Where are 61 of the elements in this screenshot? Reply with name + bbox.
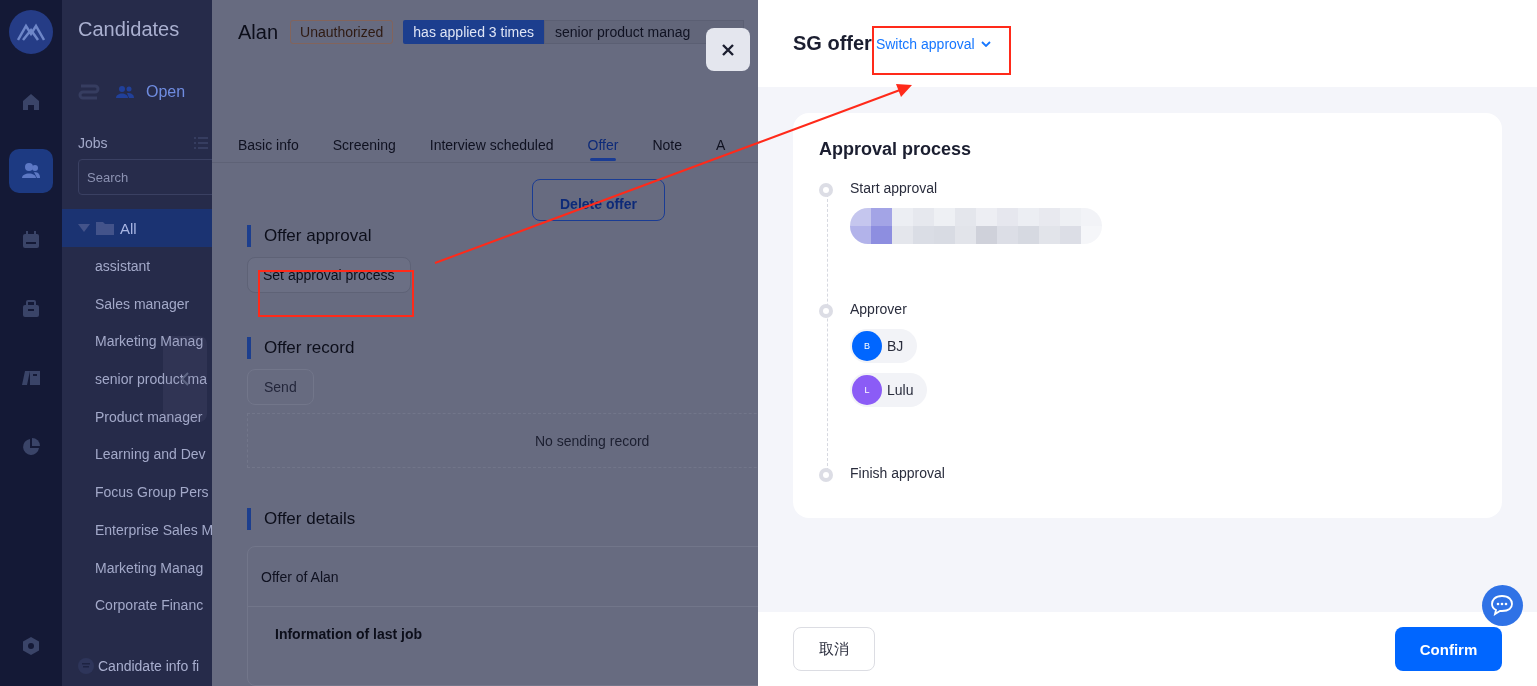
folder-icon xyxy=(96,221,114,235)
avatar: B xyxy=(852,331,882,361)
dialog-title: SG offer xyxy=(793,32,872,55)
step-label: Start approval xyxy=(850,180,939,196)
status-badge: Unauthorized xyxy=(290,20,394,44)
job-item[interactable]: Learning and Dev xyxy=(62,435,212,474)
info-icon xyxy=(78,658,94,674)
job-item[interactable]: Corporate Financ xyxy=(62,586,212,624)
section-title: Offer approval xyxy=(264,226,372,246)
chat-bubble-icon xyxy=(1489,593,1516,618)
approver-name: Lulu xyxy=(887,382,914,398)
job-item[interactable]: Marketing Manag xyxy=(62,322,212,361)
chevron-down-icon xyxy=(980,40,991,47)
tab[interactable]: Interview scheduled xyxy=(429,127,554,162)
job-item[interactable]: Marketing Manag xyxy=(62,548,212,587)
step-label: Finish approval xyxy=(850,465,945,481)
logo-icon xyxy=(9,10,53,54)
section-label: Jobs xyxy=(78,135,108,151)
cancel-button[interactable]: 取消 xyxy=(793,627,875,671)
search-field[interactable]: Search xyxy=(78,159,212,195)
info-link[interactable]: Candidate info fi xyxy=(62,654,212,674)
job-item[interactable]: assistant xyxy=(62,247,212,285)
tab[interactable]: Basic info xyxy=(238,127,299,162)
section-title: Offer details xyxy=(264,509,356,529)
folder-item[interactable]: All xyxy=(62,209,212,247)
job-item[interactable]: Focus Group Pers xyxy=(62,473,212,511)
avatar: L xyxy=(852,375,882,405)
close-icon xyxy=(722,43,734,56)
job-item[interactable]: senior product ma xyxy=(62,360,212,398)
applied-tag: has applied 3 times xyxy=(403,20,544,44)
timeline-dot xyxy=(819,304,833,318)
home-icon xyxy=(21,92,41,112)
card-subheading: Information of last job xyxy=(274,625,423,642)
section-title: Offer record xyxy=(264,338,355,358)
job-item[interactable]: Sales manager xyxy=(62,284,212,323)
step-label: Approver xyxy=(850,301,908,317)
empty-state-text: No sending record xyxy=(535,432,650,449)
timeline-dot xyxy=(819,468,833,482)
card-title: Approval process xyxy=(819,139,973,160)
briefcase-icon xyxy=(21,299,41,319)
confirm-button[interactable]: Confirm xyxy=(1395,627,1502,671)
job-item[interactable]: Enterprise Sales M xyxy=(62,510,212,549)
approver-name: BJ xyxy=(887,338,904,354)
book-icon xyxy=(21,368,41,388)
switch-approval-link[interactable]: Switch approval xyxy=(875,35,991,52)
tab[interactable]: A xyxy=(715,127,726,162)
pie-chart-icon xyxy=(21,437,41,457)
candidate-name: Alan xyxy=(238,20,279,44)
nav-button[interactable] xyxy=(9,149,53,193)
tab[interactable]: Note xyxy=(652,127,682,162)
tab[interactable]: Screening xyxy=(332,127,396,162)
settings-icon xyxy=(21,636,41,656)
calendar-icon xyxy=(21,230,41,250)
close-button[interactable] xyxy=(706,28,750,71)
people-icon xyxy=(116,85,134,99)
job-item[interactable]: Product manager xyxy=(62,397,212,436)
timeline-dot xyxy=(819,183,833,197)
page-title: Candidates xyxy=(77,18,181,41)
people-icon xyxy=(21,161,41,181)
view-tab[interactable]: Open xyxy=(116,83,186,101)
caret-icon xyxy=(78,224,90,232)
